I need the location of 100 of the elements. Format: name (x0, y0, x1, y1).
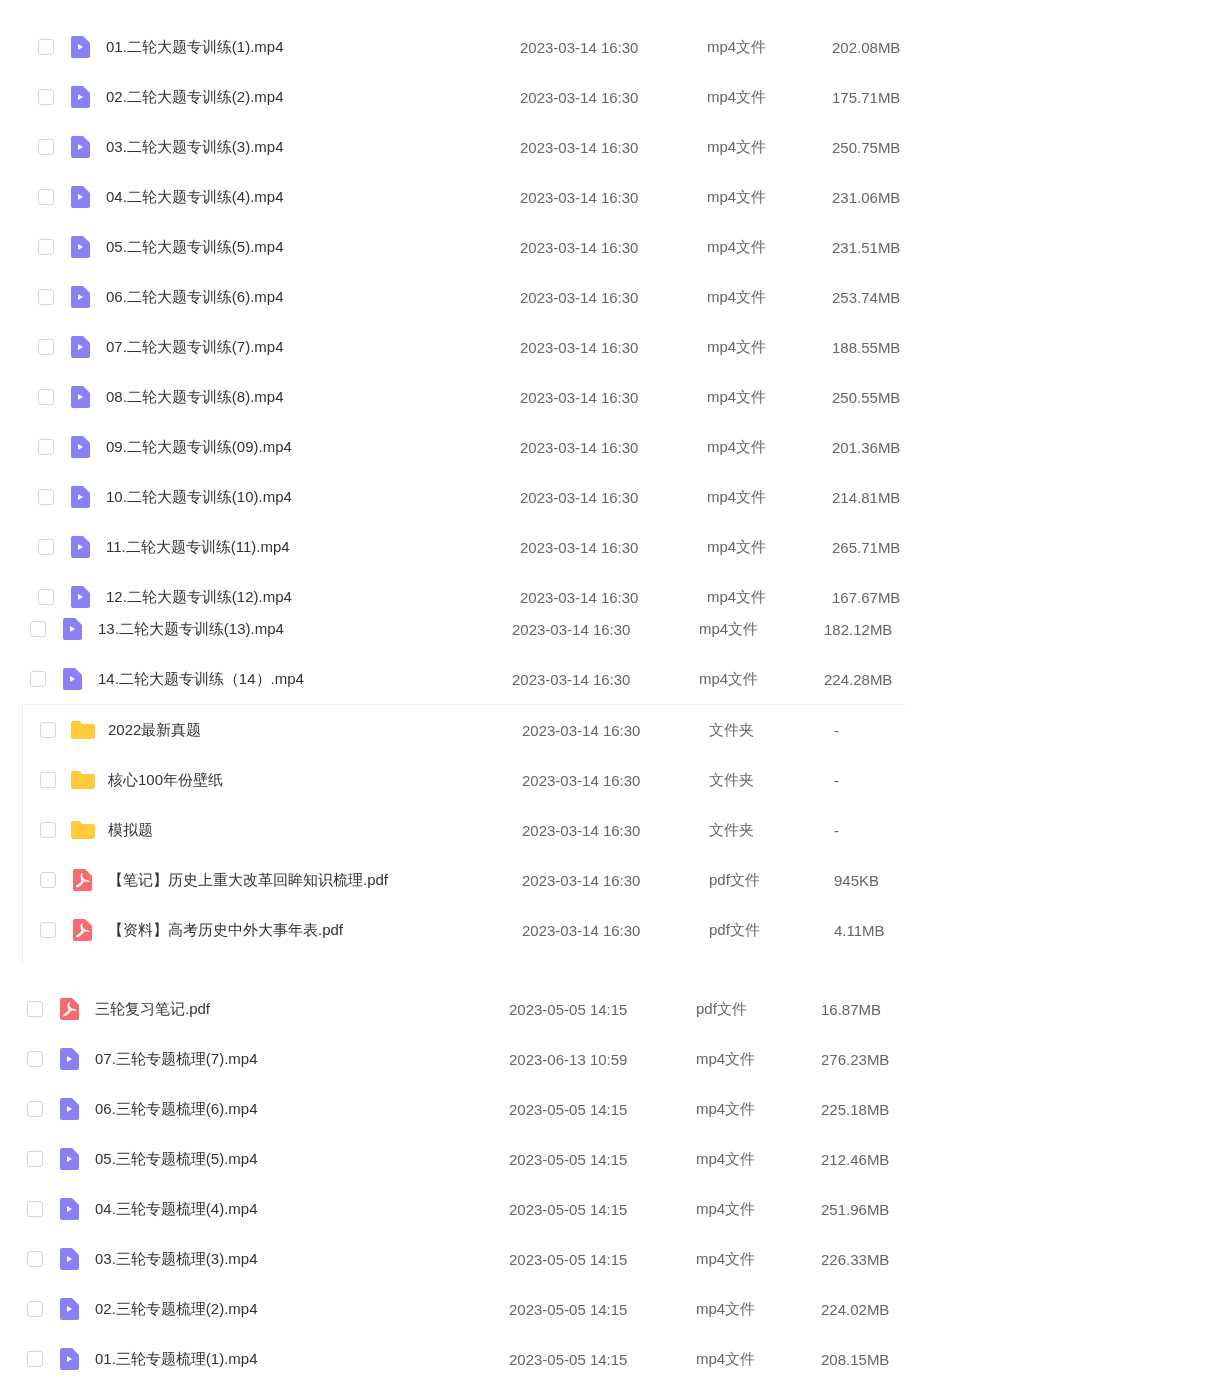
file-name[interactable]: 01.三轮专题梳理(1).mp4 (95, 1349, 509, 1369)
pdf-file-icon (59, 998, 79, 1020)
file-type: mp4文件 (696, 1349, 757, 1369)
file-size: 201.36MB (832, 438, 902, 456)
file-type: 文件夹 (709, 820, 755, 840)
file-name[interactable]: 10.二轮大题专训练(10).mp4 (106, 487, 520, 507)
video-file-icon (70, 386, 90, 408)
video-file-icon (62, 618, 82, 640)
file-type: mp4文件 (696, 1199, 757, 1219)
file-type: mp4文件 (696, 1149, 757, 1169)
file-name[interactable]: 核心100年份壁纸 (108, 770, 522, 790)
checkbox[interactable] (27, 1101, 43, 1117)
file-name[interactable]: 04.二轮大题专训练(4).mp4 (106, 187, 520, 207)
file-type: mp4文件 (707, 437, 768, 457)
file-size: 167.67MB (832, 588, 902, 606)
video-file-icon (59, 1198, 79, 1220)
file-name[interactable]: 11.二轮大题专训练(11).mp4 (106, 537, 520, 557)
file-size: 224.02MB (821, 1300, 891, 1318)
checkbox[interactable] (40, 922, 56, 938)
file-name[interactable]: 02.二轮大题专训练(2).mp4 (106, 87, 520, 107)
file-type: mp4文件 (707, 337, 768, 357)
file-name[interactable]: 05.三轮专题梳理(5).mp4 (95, 1149, 509, 1169)
checkbox[interactable] (38, 39, 54, 55)
video-file-icon (70, 36, 90, 58)
file-name[interactable]: 【资料】高考历史中外大事年表.pdf (108, 920, 522, 940)
file-size: 226.33MB (821, 1250, 891, 1268)
checkbox[interactable] (38, 489, 54, 505)
checkbox[interactable] (38, 539, 54, 555)
checkbox[interactable] (38, 139, 54, 155)
file-name[interactable]: 08.二轮大题专训练(8).mp4 (106, 387, 520, 407)
file-size: 945KB (834, 871, 881, 889)
checkbox[interactable] (38, 439, 54, 455)
file-name[interactable]: 07.三轮专题梳理(7).mp4 (95, 1049, 509, 1069)
checkbox[interactable] (38, 89, 54, 105)
checkbox[interactable] (38, 239, 54, 255)
checkbox[interactable] (27, 1001, 43, 1017)
file-name[interactable]: 13.二轮大题专训练(13).mp4 (98, 619, 512, 639)
file-type: mp4文件 (707, 587, 768, 607)
modified-date: 2023-03-14 16:30 (520, 388, 640, 406)
folder-icon (70, 770, 96, 790)
file-size: 175.71MB (832, 88, 902, 106)
file-type: mp4文件 (707, 287, 768, 307)
checkbox[interactable] (27, 1301, 43, 1317)
file-name[interactable]: 01.二轮大题专训练(1).mp4 (106, 37, 520, 57)
checkbox[interactable] (40, 722, 56, 738)
checkbox[interactable] (38, 289, 54, 305)
checkbox[interactable] (27, 1151, 43, 1167)
checkbox[interactable] (40, 872, 56, 888)
checkbox[interactable] (38, 389, 54, 405)
file-type: mp4文件 (707, 487, 768, 507)
checkbox[interactable] (30, 671, 46, 687)
modified-date: 2023-03-14 16:30 (520, 538, 640, 556)
modified-date: 2023-05-05 14:15 (509, 1200, 629, 1218)
file-name[interactable]: 02.三轮专题梳理(2).mp4 (95, 1299, 509, 1319)
checkbox[interactable] (38, 589, 54, 605)
video-file-icon (70, 336, 90, 358)
file-name[interactable]: 2022最新真题 (108, 720, 522, 740)
file-name[interactable]: 14.二轮大题专训练（14）.mp4 (98, 669, 512, 689)
file-name[interactable]: 三轮复习笔记.pdf (95, 999, 509, 1019)
file-name[interactable]: 12.二轮大题专训练(12).mp4 (106, 587, 520, 607)
modified-date: 2023-03-14 16:30 (520, 88, 640, 106)
modified-date: 2023-05-05 14:15 (509, 1350, 629, 1368)
file-size: 202.08MB (832, 38, 902, 56)
modified-date: 2023-03-14 16:30 (520, 188, 640, 206)
video-file-icon (59, 1048, 79, 1070)
modified-date: 2023-03-14 16:30 (520, 138, 640, 156)
file-type: 文件夹 (709, 720, 755, 740)
video-file-icon (70, 86, 90, 108)
file-name[interactable]: 【笔记】历史上重大改革回眸知识梳理.pdf (108, 870, 522, 890)
file-name[interactable]: 03.二轮大题专训练(3).mp4 (106, 137, 520, 157)
file-size: 251.96MB (821, 1200, 891, 1218)
checkbox[interactable] (40, 772, 56, 788)
video-file-icon (70, 236, 90, 258)
file-name[interactable]: 07.二轮大题专训练(7).mp4 (106, 337, 520, 357)
file-type: mp4文件 (699, 669, 760, 689)
file-size: 253.74MB (832, 288, 902, 306)
checkbox[interactable] (40, 822, 56, 838)
checkbox[interactable] (30, 621, 46, 637)
modified-date: 2023-03-14 16:30 (520, 438, 640, 456)
file-name[interactable]: 04.三轮专题梳理(4).mp4 (95, 1199, 509, 1219)
checkbox[interactable] (38, 339, 54, 355)
file-name[interactable]: 06.二轮大题专训练(6).mp4 (106, 287, 520, 307)
checkbox[interactable] (38, 189, 54, 205)
file-name[interactable]: 06.三轮专题梳理(6).mp4 (95, 1099, 509, 1119)
video-file-icon (70, 286, 90, 308)
video-file-icon (70, 586, 90, 608)
file-name[interactable]: 03.三轮专题梳理(3).mp4 (95, 1249, 509, 1269)
file-name[interactable]: 05.二轮大题专训练(5).mp4 (106, 237, 520, 257)
checkbox[interactable] (27, 1251, 43, 1267)
file-type: mp4文件 (707, 37, 768, 57)
checkbox[interactable] (27, 1051, 43, 1067)
modified-date: 2023-03-14 16:30 (522, 721, 642, 739)
checkbox[interactable] (27, 1351, 43, 1367)
checkbox[interactable] (27, 1201, 43, 1217)
modified-date: 2023-03-14 16:30 (520, 238, 640, 256)
video-file-icon (59, 1148, 79, 1170)
folder-icon (70, 720, 96, 740)
file-name[interactable]: 模拟题 (108, 820, 522, 840)
modified-date: 2023-03-14 16:30 (512, 670, 632, 688)
file-name[interactable]: 09.二轮大题专训练(09).mp4 (106, 437, 520, 457)
